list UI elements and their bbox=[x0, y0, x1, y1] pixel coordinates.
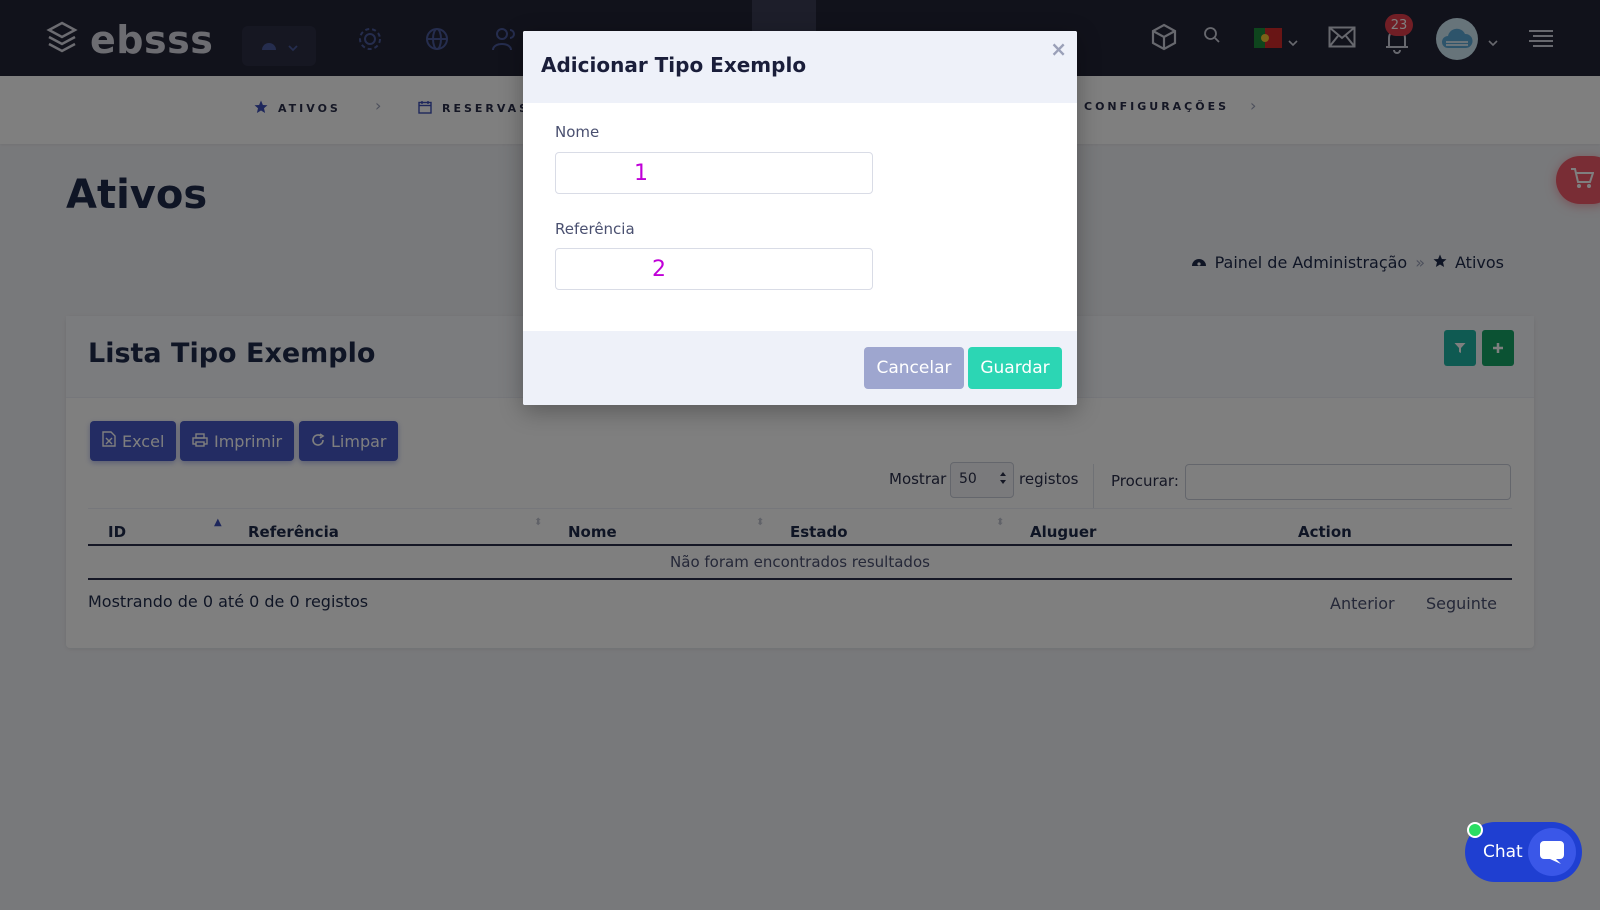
name-input-value: 1 bbox=[634, 160, 648, 186]
cancel-button[interactable]: Cancelar bbox=[864, 347, 964, 389]
reference-field-label: Referência bbox=[555, 220, 635, 238]
chat-label: Chat bbox=[1483, 842, 1523, 862]
modal-title: Adicionar Tipo Exemplo bbox=[541, 53, 807, 77]
online-status-dot bbox=[1467, 822, 1483, 838]
modal-footer: Cancelar Guardar bbox=[523, 331, 1077, 405]
name-field-label: Nome bbox=[555, 123, 600, 141]
chat-widget-button[interactable]: Chat bbox=[1465, 822, 1582, 882]
modal-header: Adicionar Tipo Exemplo × bbox=[523, 31, 1077, 103]
reference-input[interactable]: 2 bbox=[555, 248, 873, 290]
name-input[interactable]: 1 bbox=[555, 152, 873, 194]
save-button[interactable]: Guardar bbox=[968, 347, 1062, 389]
chat-bubble-icon bbox=[1528, 828, 1576, 876]
add-type-modal: Adicionar Tipo Exemplo × Nome 1 Referênc… bbox=[523, 31, 1077, 405]
reference-input-value: 2 bbox=[652, 256, 666, 282]
close-icon[interactable]: × bbox=[1050, 37, 1067, 61]
